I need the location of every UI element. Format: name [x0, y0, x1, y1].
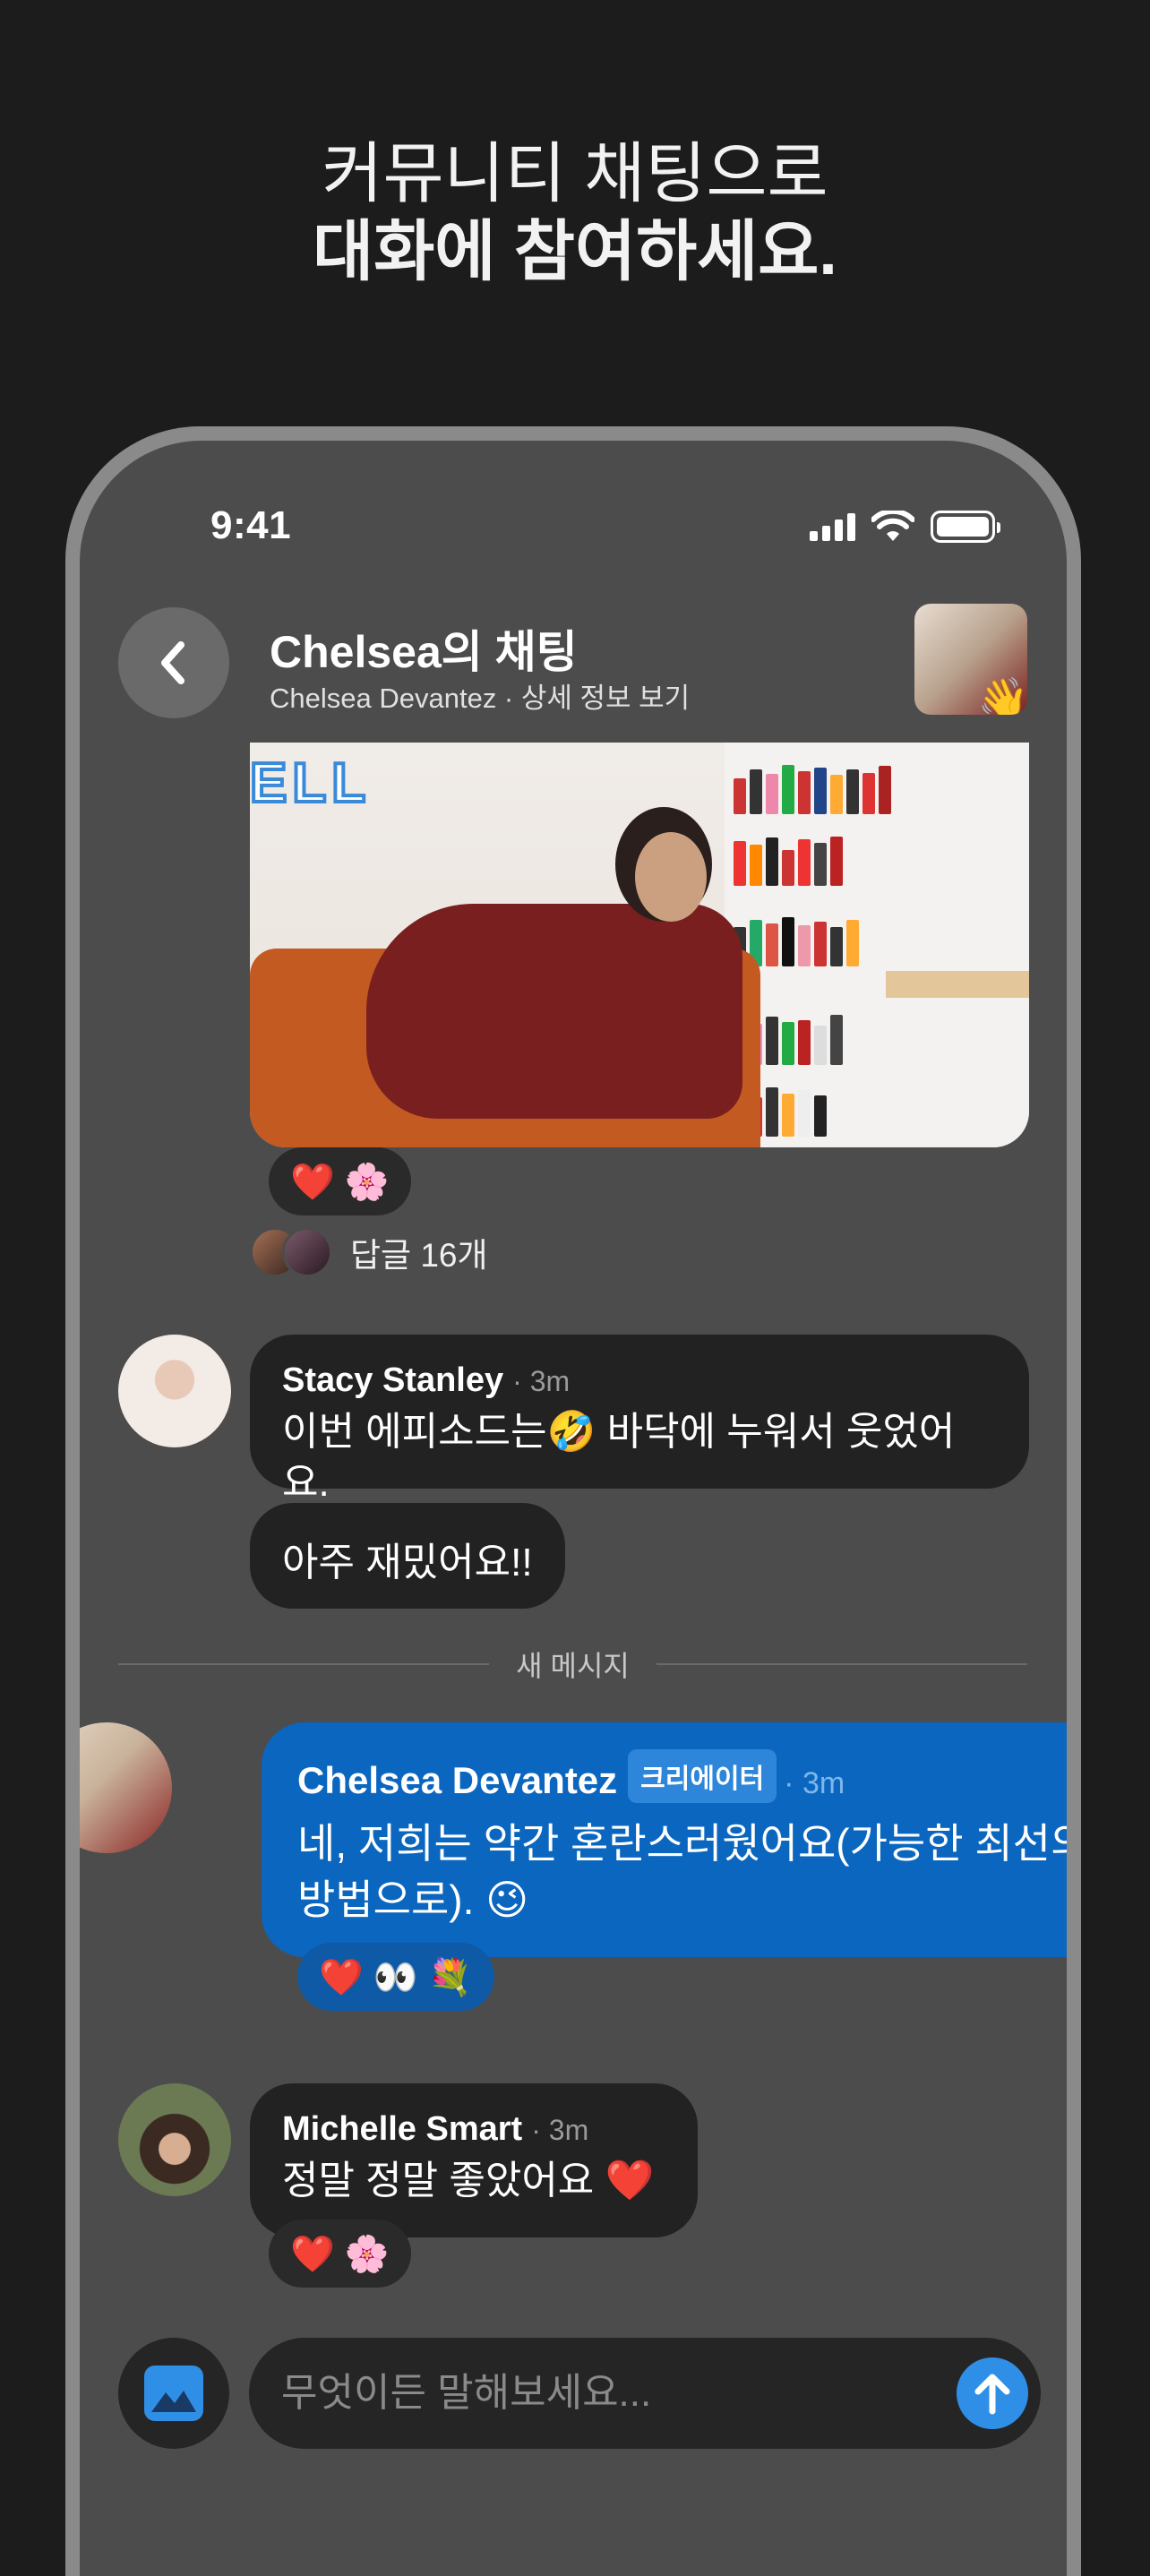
headline-line-2: 대화에 참여하세요. [313, 214, 837, 289]
message-author: Chelsea Devantez [297, 1759, 618, 1801]
new-messages-divider: 새 메시지 [118, 1642, 1027, 1687]
message-bubble: Stacy Stanley · 3m 이번 에피소드는🤣 바닥에 누워서 웃었어요… [250, 1335, 1029, 1505]
replies-row[interactable]: 답글 16개 [250, 1225, 488, 1279]
avatar [282, 1227, 332, 1277]
reaction-emojis: ❤️ 👀 💐 [319, 1957, 473, 1997]
person-red-coat [366, 904, 742, 1119]
avatar-chelsea[interactable] [80, 1722, 172, 1853]
creator-thumbnail[interactable]: 👋 [914, 604, 1027, 715]
chat-title: Chelsea의 채팅 [270, 627, 578, 677]
message-time: 3m [548, 2114, 589, 2146]
chevron-left-icon [161, 641, 185, 684]
neon-sign-logo: ELL [250, 751, 372, 816]
waving-hand-icon: 👋 [977, 675, 1027, 715]
creator-message-bubble: Chelsea Devantez 크리에이터 · 3m 네, 저희는 약간 혼란스러… [262, 1722, 1067, 1957]
status-icons [810, 511, 1000, 543]
phone-screen: 9:41 Chelsea의 채팅 Chelsea Devantez · 상세 정… [80, 441, 1067, 2576]
chat-header: Chelsea의 채팅 Chelsea Devantez · 상세 정보 보기 … [80, 604, 1067, 720]
message-text: 정말 정말 좋았어요 ❤️ [282, 2159, 655, 2202]
headline-line-1: 커뮤니티 채팅으로 [322, 136, 828, 210]
message-time: 3m [529, 1365, 571, 1397]
reaction-emojis: ❤️ 🌸 [290, 2234, 390, 2274]
attach-media-button[interactable] [118, 2338, 229, 2449]
message-text: 네, 저희는 약간 혼란스러웠어요(가능한 최선의 방법으로). 😉 [297, 1820, 1067, 1924]
person-head [635, 832, 707, 922]
creator-badge: 크리에이터 [628, 1749, 777, 1803]
divider-label: 새 메시지 [516, 1650, 630, 1682]
send-button[interactable] [957, 2357, 1028, 2429]
message-input[interactable] [281, 2357, 926, 2429]
message-text: 이번 에피소드는🤣 바닥에 누워서 웃었어요. [282, 1410, 956, 1506]
wifi-icon [871, 511, 914, 541]
phone-frame: 9:41 Chelsea의 채팅 Chelsea Devantez · 상세 정… [65, 426, 1081, 2576]
chat-details-link[interactable]: Chelsea Devantez · 상세 정보 보기 [270, 675, 690, 716]
bookshelf [725, 743, 1029, 1147]
message-author: Stacy Stanley [282, 1361, 504, 1399]
status-time: 9:41 [210, 503, 292, 547]
battery-icon [931, 511, 1000, 543]
reaction-emojis: ❤️ 🌸 [290, 1162, 390, 1202]
back-button[interactable] [118, 607, 229, 718]
message-author: Michelle Smart [282, 2110, 523, 2148]
avatar-michelle[interactable] [118, 2083, 231, 2196]
message-time: 3m [802, 1766, 845, 1800]
message-text: 아주 재밌어요!! [282, 1541, 533, 1584]
image-icon [144, 2366, 203, 2421]
message-bubble: Michelle Smart · 3m 정말 정말 좋았어요 ❤️ [250, 2083, 698, 2237]
message-reactions[interactable]: ❤️ 🌸 [269, 2220, 411, 2288]
post-image[interactable]: ELL [250, 743, 1029, 1147]
status-bar: 9:41 [80, 503, 1067, 557]
message-composer [118, 2338, 1041, 2449]
avatar-stacy[interactable] [118, 1335, 231, 1447]
table [886, 971, 1029, 998]
replies-count: 답글 16개 [350, 1237, 488, 1274]
post-reactions[interactable]: ❤️ 🌸 [269, 1147, 411, 1215]
creator-message-reactions[interactable]: ❤️ 👀 💐 [297, 1943, 494, 2011]
headline: 커뮤니티 채팅으로 대화에 참여하세요. [0, 134, 1150, 291]
message-bubble: 아주 재밌어요!! [250, 1503, 565, 1609]
arrow-up-icon [974, 2374, 1010, 2415]
message-input-container [249, 2338, 1041, 2449]
signal-icon [810, 512, 855, 541]
